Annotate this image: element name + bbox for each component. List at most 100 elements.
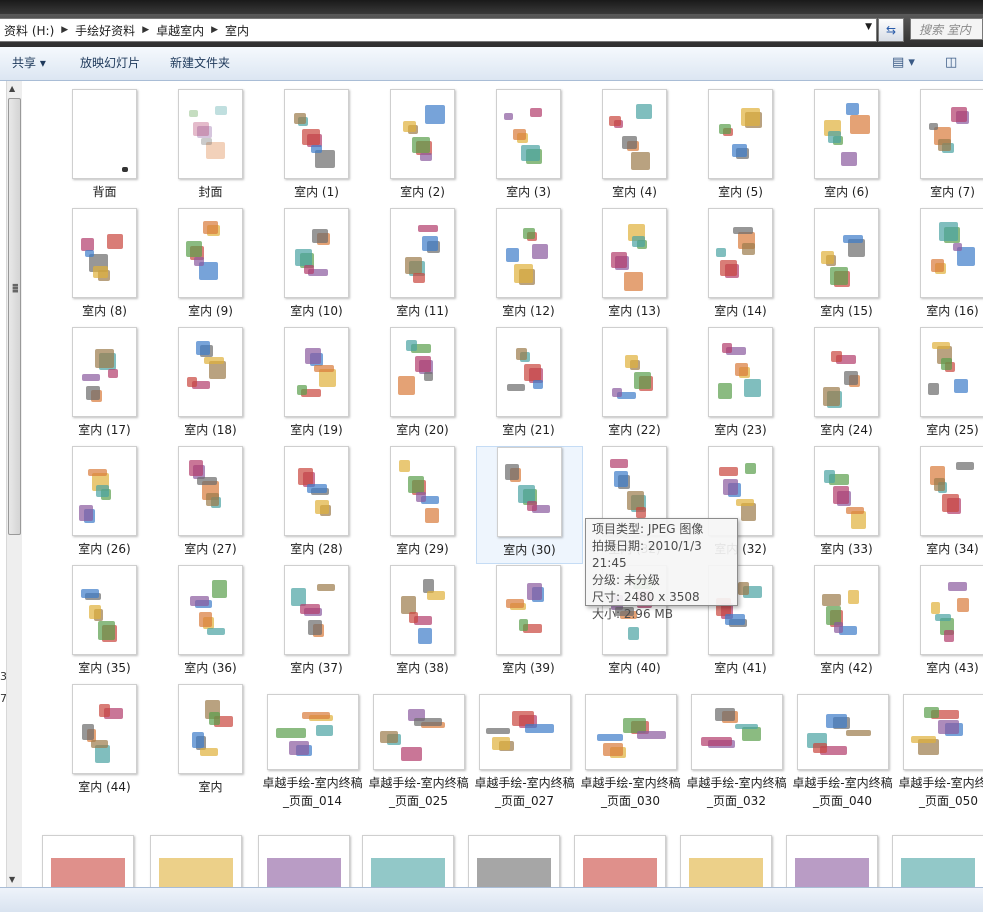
image-thumbnail[interactable] bbox=[602, 208, 667, 298]
image-thumbnail[interactable] bbox=[178, 208, 243, 298]
image-thumbnail[interactable] bbox=[920, 446, 983, 536]
image-thumbnail[interactable] bbox=[920, 565, 983, 655]
scroll-down-icon[interactable]: ▼ bbox=[9, 875, 15, 884]
image-thumbnail[interactable] bbox=[72, 208, 137, 298]
image-thumbnail[interactable] bbox=[903, 694, 983, 770]
chevron-right-icon[interactable]: ▶ bbox=[139, 25, 152, 35]
image-thumbnail[interactable] bbox=[178, 446, 243, 536]
image-thumbnail[interactable] bbox=[814, 446, 879, 536]
file-item[interactable]: 室内 (13) bbox=[582, 208, 687, 320]
breadcrumb-folder-1[interactable]: 手绘好资料 bbox=[71, 22, 139, 39]
image-thumbnail[interactable] bbox=[496, 565, 561, 655]
image-thumbnail[interactable] bbox=[284, 208, 349, 298]
navigation-scrollbar[interactable]: ▲ ▬▬▬ ▼ bbox=[6, 81, 23, 887]
image-thumbnail[interactable] bbox=[797, 694, 889, 770]
address-dropdown-icon[interactable]: ▼ bbox=[865, 22, 872, 32]
image-thumbnail[interactable] bbox=[42, 835, 134, 887]
scroll-up-icon[interactable]: ▲ bbox=[9, 84, 15, 93]
image-thumbnail[interactable] bbox=[284, 565, 349, 655]
breadcrumb-folder-3[interactable]: 室内 bbox=[221, 22, 253, 39]
preview-pane-icon[interactable]: ◫ bbox=[945, 55, 957, 71]
image-thumbnail[interactable] bbox=[920, 327, 983, 417]
file-item[interactable]: 卓越手绘-室内终稿_页面_027 bbox=[472, 694, 577, 810]
chevron-right-icon[interactable]: ▶ bbox=[58, 25, 71, 35]
file-item[interactable]: 室内 (6) bbox=[794, 89, 899, 201]
file-item[interactable]: 室内 (18) bbox=[158, 327, 263, 439]
image-thumbnail[interactable] bbox=[390, 565, 455, 655]
image-thumbnail[interactable] bbox=[602, 327, 667, 417]
file-item[interactable]: 室内 (28) bbox=[264, 446, 369, 558]
image-thumbnail[interactable] bbox=[680, 835, 772, 887]
file-item[interactable]: 室内 (24) bbox=[794, 327, 899, 439]
image-thumbnail[interactable] bbox=[814, 565, 879, 655]
file-item[interactable]: 室内 (37) bbox=[264, 565, 369, 677]
file-item[interactable]: 卓越手绘-室内终稿_页面_014 bbox=[260, 694, 365, 810]
file-item[interactable]: 卓越手绘-室内终稿_页面_025 bbox=[366, 694, 471, 810]
breadcrumb-drive[interactable]: 资料 (H:) bbox=[0, 22, 58, 39]
image-thumbnail[interactable] bbox=[574, 835, 666, 887]
new-folder-button[interactable]: 新建文件夹 bbox=[170, 47, 230, 80]
file-item[interactable]: 室内 (19) bbox=[264, 327, 369, 439]
image-thumbnail[interactable] bbox=[373, 694, 465, 770]
image-thumbnail[interactable] bbox=[178, 684, 243, 774]
file-item[interactable]: 卓越手绘-室内终稿_页面_040 bbox=[790, 694, 895, 810]
image-thumbnail[interactable] bbox=[496, 89, 561, 179]
file-item[interactable]: 室内 (34) bbox=[900, 446, 983, 558]
file-item[interactable]: 室内 (43) bbox=[900, 565, 983, 677]
image-thumbnail[interactable] bbox=[390, 446, 455, 536]
file-item[interactable]: 室内 bbox=[158, 684, 263, 796]
image-thumbnail[interactable] bbox=[150, 835, 242, 887]
image-thumbnail[interactable] bbox=[496, 327, 561, 417]
image-thumbnail[interactable] bbox=[284, 327, 349, 417]
address-bar[interactable]: 资料 (H:) ▶ 手绘好资料 ▶ 卓越室内 ▶ 室内 ▼ bbox=[0, 18, 877, 42]
file-item[interactable]: 室内 (25) bbox=[900, 327, 983, 439]
file-item[interactable]: 室内 (2) bbox=[370, 89, 475, 201]
file-item[interactable]: 室内 (23) bbox=[688, 327, 793, 439]
image-thumbnail[interactable] bbox=[178, 565, 243, 655]
file-item[interactable]: 室内 (39) bbox=[476, 565, 581, 677]
file-item[interactable]: 卓越手绘-室内终稿_页面_030 bbox=[578, 694, 683, 810]
file-item[interactable]: 室内 (1) bbox=[264, 89, 369, 201]
image-thumbnail[interactable] bbox=[585, 694, 677, 770]
file-item[interactable]: 室内 (33) bbox=[794, 446, 899, 558]
image-thumbnail[interactable] bbox=[814, 208, 879, 298]
file-item[interactable]: 室内 (11) bbox=[370, 208, 475, 320]
image-thumbnail[interactable] bbox=[362, 835, 454, 887]
breadcrumb-folder-2[interactable]: 卓越室内 bbox=[152, 22, 208, 39]
image-thumbnail[interactable] bbox=[814, 89, 879, 179]
file-item[interactable]: 室内 (36) bbox=[158, 565, 263, 677]
image-thumbnail[interactable] bbox=[496, 208, 561, 298]
image-thumbnail[interactable] bbox=[178, 327, 243, 417]
file-item[interactable]: 室内 (27) bbox=[158, 446, 263, 558]
image-thumbnail[interactable] bbox=[72, 327, 137, 417]
file-item[interactable]: 室内 (30) bbox=[476, 446, 583, 564]
share-button[interactable]: 共享 ▾ bbox=[12, 47, 46, 80]
image-thumbnail[interactable] bbox=[284, 446, 349, 536]
image-thumbnail[interactable] bbox=[814, 327, 879, 417]
file-item[interactable]: 背面 bbox=[52, 89, 157, 201]
file-item[interactable]: 室内 (20) bbox=[370, 327, 475, 439]
refresh-button[interactable]: ⇆ bbox=[878, 18, 904, 42]
image-thumbnail[interactable] bbox=[72, 89, 137, 179]
image-thumbnail[interactable] bbox=[708, 327, 773, 417]
file-item[interactable]: 室内 (38) bbox=[370, 565, 475, 677]
image-thumbnail[interactable] bbox=[284, 89, 349, 179]
file-item[interactable]: 室内 (21) bbox=[476, 327, 581, 439]
image-thumbnail[interactable] bbox=[258, 835, 350, 887]
scrollbar-thumb[interactable]: ▬▬▬ bbox=[8, 98, 21, 535]
image-thumbnail[interactable] bbox=[72, 684, 137, 774]
chevron-right-icon[interactable]: ▶ bbox=[208, 25, 221, 35]
file-item[interactable]: 室内 (22) bbox=[582, 327, 687, 439]
image-thumbnail[interactable] bbox=[497, 447, 562, 537]
image-thumbnail[interactable] bbox=[72, 446, 137, 536]
file-item[interactable]: 室内 (16) bbox=[900, 208, 983, 320]
file-item[interactable]: 室内 (10) bbox=[264, 208, 369, 320]
file-item[interactable]: 室内 (9) bbox=[158, 208, 263, 320]
image-thumbnail[interactable] bbox=[920, 89, 983, 179]
file-item[interactable]: 室内 (7) bbox=[900, 89, 983, 201]
file-item[interactable]: 室内 (4) bbox=[582, 89, 687, 201]
image-thumbnail[interactable] bbox=[390, 89, 455, 179]
image-thumbnail[interactable] bbox=[390, 327, 455, 417]
file-item[interactable]: 封面 bbox=[158, 89, 263, 201]
image-thumbnail[interactable] bbox=[390, 208, 455, 298]
